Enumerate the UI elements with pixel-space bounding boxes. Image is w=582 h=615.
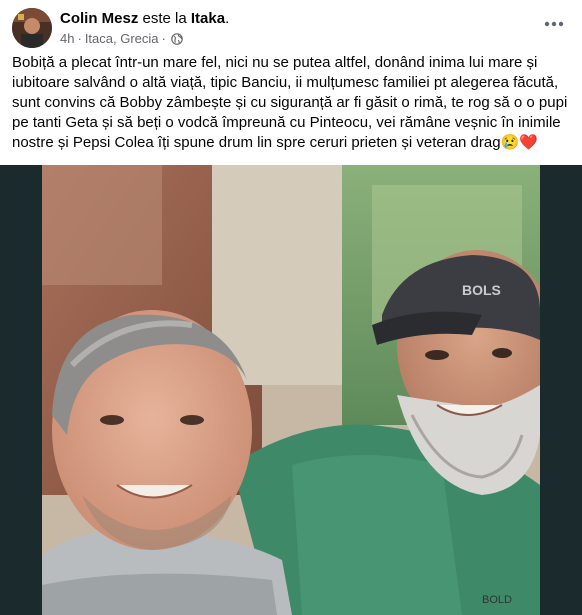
shirt-print-text: BOLD [482, 594, 512, 606]
post-time[interactable]: 4h [60, 31, 74, 47]
post-text-line-4: pe tanti Geta și să beți o vodcă împreun… [12, 114, 561, 131]
globe-icon [171, 33, 183, 45]
more-options-icon[interactable] [538, 10, 570, 38]
post-photo[interactable]: BOLS BOLD [42, 165, 540, 615]
crying-emoji: 😢 [500, 134, 520, 151]
author-name[interactable]: Colin Mesz [60, 10, 138, 27]
post-text-line-5: nostre și Pepsi Colea îți spune drum lin… [12, 134, 501, 151]
author-avatar[interactable] [12, 8, 52, 48]
author-line: Colin Mesz este la Itaka. [60, 10, 229, 28]
checkin-place[interactable]: Itaka [191, 10, 225, 27]
post-text-line-2: iubitoare salvând o altă viață, tipic Ba… [12, 74, 559, 91]
post-text-line-3: sunt convins că Bobby zâmbește și cu sig… [12, 94, 568, 111]
post-text: Bobiță a plecat într-un mare fel, nici n… [12, 53, 568, 153]
post-text-line-1: Bobiță a plecat într-un mare fel, nici n… [12, 54, 538, 71]
post-header: Colin Mesz este la Itaka. 4h · Itaca, Gr… [0, 0, 582, 52]
meta-separator-2: · [161, 31, 166, 46]
post-meta: 4h · Itaca, Grecia · [60, 31, 183, 47]
checkin-period: . [225, 10, 230, 27]
post-photo-frame[interactable]: BOLS BOLD [0, 165, 582, 615]
post-location[interactable]: Itaca, Grecia [85, 31, 159, 47]
cap-print-text: BOLS [462, 282, 501, 298]
checkin-verb: este la [142, 10, 187, 27]
heart-emoji: ❤️ [519, 134, 538, 151]
meta-separator: · [77, 31, 82, 46]
